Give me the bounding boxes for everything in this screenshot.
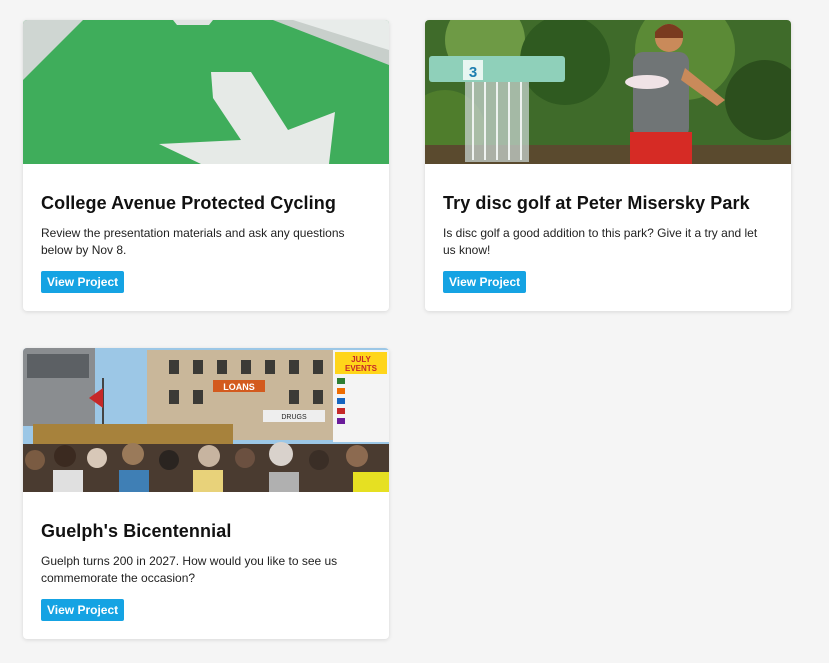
basket-number: 3: [469, 64, 477, 81]
card-title: College Avenue Protected Cycling: [41, 193, 336, 213]
card-image-disc-golf[interactable]: 3: [425, 20, 791, 164]
view-project-button[interactable]: View Project: [41, 271, 125, 293]
card-title: Try disc golf at Peter Misersky Park: [443, 193, 750, 213]
card-description: Guelph turns 200 in 2027. How would you …: [41, 554, 338, 585]
events-sign: EVENTS: [345, 364, 378, 373]
drugs-sign: DRUGS: [281, 414, 307, 421]
project-card[interactable]: College Avenue Protected Cycling Review …: [23, 20, 389, 311]
card-description: Is disc golf a good addition to this par…: [443, 226, 758, 257]
card-image-cycling[interactable]: [23, 20, 389, 164]
card-title: Guelph's Bicentennial: [41, 521, 232, 541]
bicentennial-crowd-image: LOANS DRUGS JULY EVENTS: [23, 348, 389, 492]
view-project-button[interactable]: View Project: [443, 271, 527, 293]
july-sign: JULY: [351, 355, 371, 364]
card-image-bicentennial[interactable]: LOANS DRUGS JULY EVENTS: [23, 348, 389, 492]
disc-golf-image: 3: [425, 20, 791, 164]
loans-sign: LOANS: [223, 382, 255, 392]
card-description: Review the presentation materials and as…: [41, 226, 345, 257]
view-project-button[interactable]: View Project: [41, 599, 125, 621]
cycling-lane-image: [23, 20, 389, 164]
project-card[interactable]: LOANS DRUGS JULY EVENTS Guelph's Bicente…: [23, 348, 389, 639]
project-card[interactable]: 3 Try disc golf at Peter Misersky Park I…: [425, 20, 791, 311]
